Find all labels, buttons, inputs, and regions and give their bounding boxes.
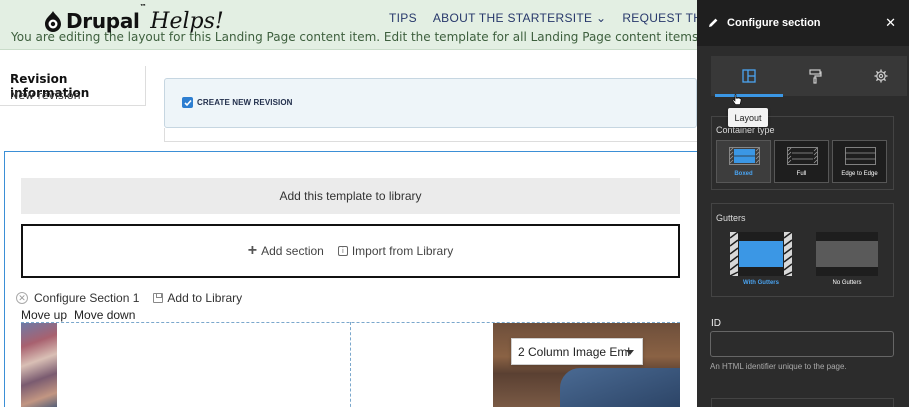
container-option-boxed-label: Boxed <box>734 171 753 177</box>
layout-icon <box>742 69 756 83</box>
chevron-down-icon <box>626 350 634 355</box>
next-settings-group <box>711 398 894 407</box>
id-field-label: ID <box>711 318 721 329</box>
gear-icon <box>874 69 888 83</box>
checkmark-icon <box>183 99 192 106</box>
tab-style[interactable] <box>782 56 848 96</box>
container-option-edge-to-edge[interactable]: Edge to Edge <box>832 140 887 183</box>
tab-layout[interactable] <box>716 56 782 96</box>
page-content: You are editing the layout for this Land… <box>0 0 697 407</box>
add-template-to-library-button[interactable]: Add this template to library <box>21 178 680 214</box>
import-label: Import from Library <box>351 244 454 258</box>
revision-panel-footer <box>164 128 697 142</box>
add-section-region: + Add section i Import from Library <box>21 224 680 278</box>
block-style-value: 2 Column Image Eml <box>518 344 631 359</box>
column-divider <box>350 322 351 407</box>
panel-header: Configure section ✕ <box>697 0 909 46</box>
paint-roller-icon <box>809 68 822 84</box>
import-icon: i <box>337 246 348 256</box>
create-revision-checkbox[interactable] <box>182 97 193 108</box>
active-tab-indicator <box>715 94 783 97</box>
edge-to-edge-layout-icon <box>845 147 876 165</box>
full-layout-icon <box>787 147 818 165</box>
create-revision-label[interactable]: CREATE NEW REVISION <box>197 98 293 107</box>
configure-section-link[interactable]: Configure Section 1 <box>34 291 139 305</box>
configure-section-panel: Configure section ✕ Container type Boxed… <box>697 0 909 407</box>
gutter-option-with-label: With Gutters <box>743 280 779 286</box>
pencil-icon <box>709 18 718 27</box>
panel-title: Configure section <box>727 17 821 29</box>
add-to-library-link[interactable]: Add to Library <box>167 291 242 305</box>
import-from-library-link[interactable]: i Import from Library <box>337 244 454 258</box>
id-field[interactable] <box>710 331 894 357</box>
gutter-option-with[interactable]: With Gutters <box>729 231 793 286</box>
revision-subtitle: New revision <box>10 89 81 102</box>
logo-helps-script: Helps! <box>150 8 224 34</box>
site-logo[interactable]: Drupal™ Helps! <box>44 3 224 35</box>
gutter-option-none[interactable]: No Gutters <box>816 232 878 286</box>
container-option-full[interactable]: Full <box>774 140 829 183</box>
logo-wordmark: Drupal™ <box>66 3 147 33</box>
tab-settings[interactable] <box>848 56 909 96</box>
move-controls: Move up Move down <box>21 308 135 322</box>
revision-panel: CREATE NEW REVISION <box>164 78 697 128</box>
container-option-edge-label: Edge to Edge <box>841 171 878 177</box>
close-icon[interactable]: ✕ <box>885 15 896 31</box>
container-option-boxed[interactable]: Boxed <box>716 140 771 183</box>
pointer-hand-icon <box>732 94 742 105</box>
boxed-layout-icon <box>729 147 760 165</box>
layout-tooltip: Layout <box>728 108 768 127</box>
move-down-link[interactable]: Move down <box>74 308 135 322</box>
main-nav: TIPS ABOUT THE STARTERSITE ⌄ REQUEST THE… <box>389 11 697 25</box>
plus-icon: + <box>247 242 258 259</box>
save-icon <box>153 293 164 303</box>
revision-info: Revision information New revision <box>0 66 146 106</box>
no-gutters-icon <box>816 232 878 276</box>
drupal-drop-icon <box>45 11 61 32</box>
block-style-select[interactable]: 2 Column Image Eml <box>511 338 643 365</box>
gutter-option-none-label: No Gutters <box>832 280 862 286</box>
with-gutters-icon <box>729 231 793 277</box>
panel-tabs <box>711 56 909 97</box>
section-controls: ✕ Configure Section 1 Add to Library <box>16 291 242 305</box>
nav-item-tips[interactable]: TIPS <box>389 11 417 25</box>
gutters-label: Gutters <box>716 213 746 223</box>
gutters-group: Gutters With Gutters No Gutters <box>711 203 894 297</box>
move-up-link[interactable]: Move up <box>21 308 67 322</box>
nav-item-request[interactable]: REQUEST THE STARTER <box>622 11 697 25</box>
container-type-group: Container type Boxed Full Edge to Edge <box>711 116 894 190</box>
id-field-help: An HTML identifier unique to the page. <box>710 362 847 371</box>
add-section-link[interactable]: + Add section <box>248 243 324 259</box>
container-option-full-label: Full <box>796 171 807 177</box>
remove-section-icon[interactable]: ✕ <box>16 292 28 304</box>
add-section-label: Add section <box>261 244 324 258</box>
nav-item-about[interactable]: ABOUT THE STARTERSITE ⌄ <box>433 11 606 25</box>
